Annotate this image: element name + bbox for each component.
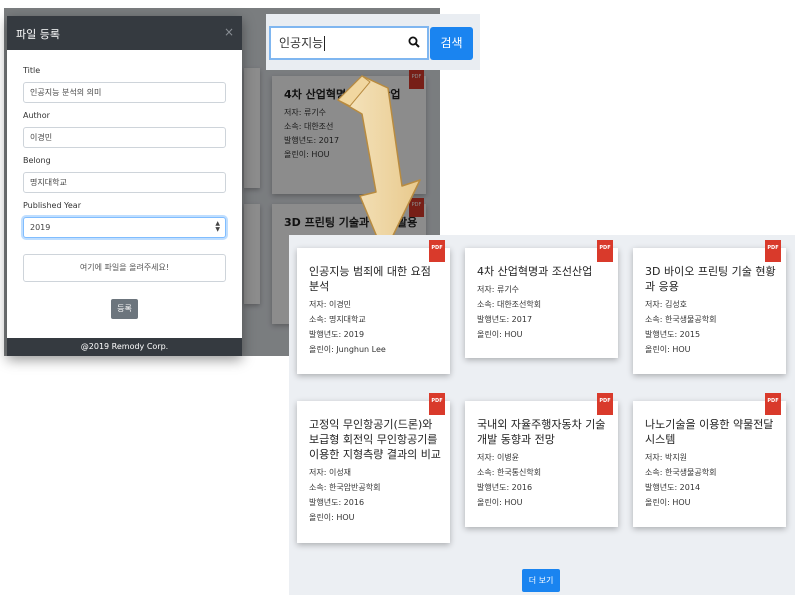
file-upload-modal: 파일 등록 × Title 인공지능 분석의 의미 Author 이경민 Bel…: [7, 16, 242, 356]
load-more-button[interactable]: 더 보기: [522, 569, 560, 592]
card-belong: 소속: 한국생물공학회: [645, 315, 717, 324]
card-year: 발행년도: 2016: [477, 483, 533, 492]
composite-screenshot: PDF 4차 산업혁명과 조선산업 저자: 류기수 소속: 대한조선 발행년도:…: [0, 0, 800, 598]
pdf-icon[interactable]: PDF: [765, 240, 781, 262]
paper-card[interactable]: PDF 국내외 자율주행자동차 기술 개발 동향과 전망 저자: 이병윤 소속:…: [465, 393, 618, 527]
paper-card[interactable]: PDF 인공지능 범죄에 대한 요점 분석 저자: 이경민 소속: 명지대학교 …: [297, 240, 450, 374]
file-drop-zone[interactable]: 여기에 파일을 올려주세요!: [23, 254, 226, 282]
card-author: 저자: 이성재: [309, 468, 352, 477]
down-arrow-icon: [337, 75, 421, 255]
paper-card[interactable]: PDF 고정익 무인항공기(드론)와 보급형 회전익 무인항공기를 이용한 지형…: [297, 393, 450, 543]
modal-footer: @2019 Remody Corp.: [7, 338, 242, 356]
text-caret: [324, 36, 326, 51]
modal-body: Title 인공지능 분석의 의미 Author 이경민 Belong 명지대학…: [7, 50, 242, 319]
search-icon[interactable]: [408, 36, 420, 48]
card-uploader: 올린이: HOU: [645, 345, 691, 354]
card-belong: 소속: 한국통신학회: [477, 468, 542, 477]
pdf-icon[interactable]: PDF: [597, 240, 613, 262]
card-belong: 소속: 한국생물공학회: [645, 468, 717, 477]
paper-card[interactable]: PDF 3D 바이오 프린팅 기술 현황과 응용 저자: 김성호 소속: 한국생…: [633, 240, 786, 374]
card-year: 발행년도: 2015: [645, 330, 701, 339]
card-author: 저자: 이병윤: [477, 453, 520, 462]
results-panel: PDF 인공지능 범죄에 대한 요점 분석 저자: 이경민 소속: 명지대학교 …: [289, 235, 795, 595]
card-title[interactable]: 인공지능 범죄에 대한 요점 분석: [309, 264, 442, 294]
author-field[interactable]: 이경민: [23, 127, 226, 148]
card-belong: 소속: 대한조선학회: [477, 300, 542, 309]
paper-card[interactable]: PDF 나노기술을 이용한 약물전달 시스템 저자: 박지원 소속: 한국생물공…: [633, 393, 786, 527]
card-uploader: 올린이: HOU: [309, 513, 355, 522]
card-title[interactable]: 4차 산업혁명과 조선산업: [477, 264, 610, 279]
belong-field[interactable]: 명지대학교: [23, 172, 226, 193]
modal-header: 파일 등록 ×: [7, 16, 242, 50]
card-author: 저자: 김성호: [645, 300, 688, 309]
card-uploader: 올린이: HOU: [477, 330, 523, 339]
submit-button[interactable]: 등록: [111, 299, 138, 319]
published-year-label: Published Year: [23, 201, 81, 210]
card-author: 저자: 박지원: [645, 453, 688, 462]
title-label: Title: [23, 66, 41, 75]
search-query: 인공지능: [279, 36, 324, 50]
pdf-icon[interactable]: PDF: [429, 240, 445, 262]
card-title[interactable]: 나노기술을 이용한 약물전달 시스템: [645, 417, 778, 447]
belong-label: Belong: [23, 156, 51, 165]
card-year: 발행년도: 2017: [477, 315, 533, 324]
card-author: 저자: 이경민: [309, 300, 352, 309]
submit-wrap: 등록: [23, 296, 226, 319]
pdf-icon[interactable]: PDF: [429, 393, 445, 415]
card-uploader: 올린이: HOU: [477, 498, 523, 507]
stepper-icon[interactable]: ▲ ▼: [215, 221, 220, 233]
card-title[interactable]: 3D 바이오 프린팅 기술 현황과 응용: [645, 264, 778, 294]
search-button[interactable]: 검색: [430, 27, 473, 60]
card-uploader: 올린이: HOU: [645, 498, 691, 507]
card-uploader: 올린이: Junghun Lee: [309, 345, 386, 354]
published-year-field[interactable]: 2019: [23, 217, 226, 238]
card-year: 발행년도: 2016: [309, 498, 365, 507]
close-icon[interactable]: ×: [224, 25, 234, 39]
card-title[interactable]: 고정익 무인항공기(드론)와 보급형 회전익 무인항공기를 이용한 지형측량 결…: [309, 417, 442, 462]
paper-card[interactable]: PDF 4차 산업혁명과 조선산업 저자: 류기수 소속: 대한조선학회 발행년…: [465, 240, 618, 358]
pdf-icon[interactable]: PDF: [765, 393, 781, 415]
card-title[interactable]: 국내외 자율주행자동차 기술 개발 동향과 전망: [477, 417, 610, 447]
card-belong: 소속: 한국암반공학회: [309, 483, 381, 492]
card-author: 저자: 류기수: [477, 285, 520, 294]
card-belong: 소속: 명지대학교: [309, 315, 366, 324]
published-year-wrapper: 2019 ▲ ▼: [23, 217, 226, 238]
author-label: Author: [23, 111, 50, 120]
title-field[interactable]: 인공지능 분석의 의미: [23, 82, 226, 103]
search-input[interactable]: 인공지능: [269, 26, 429, 60]
card-year: 발행년도: 2014: [645, 483, 701, 492]
pdf-icon[interactable]: PDF: [597, 393, 613, 415]
card-year: 발행년도: 2019: [309, 330, 365, 339]
modal-title: 파일 등록: [16, 28, 60, 41]
